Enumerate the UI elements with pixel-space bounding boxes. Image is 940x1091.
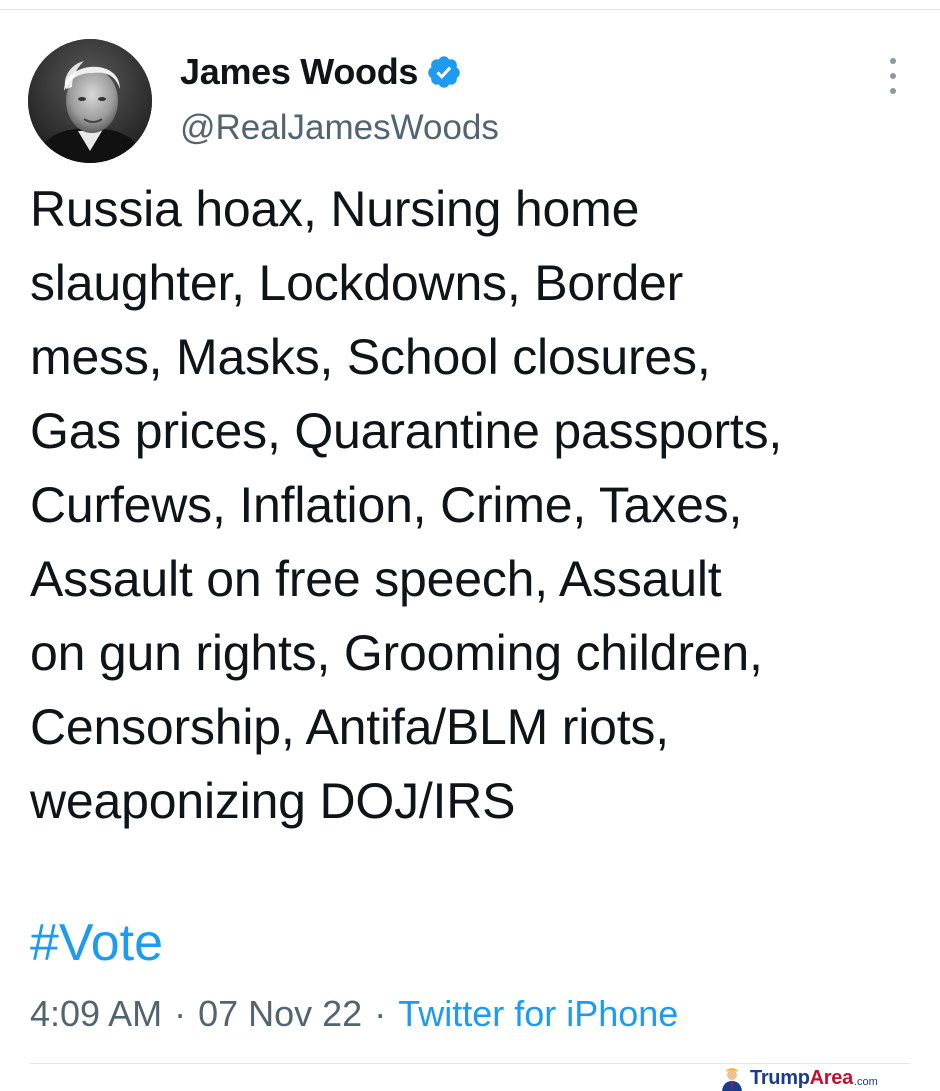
meta-separator: · bbox=[374, 993, 387, 1034]
avatar[interactable] bbox=[28, 39, 152, 163]
hashtag-link[interactable]: #Vote bbox=[30, 910, 163, 976]
tweet-time[interactable]: 4:09 AM bbox=[30, 993, 162, 1034]
watermark: TrumpArea .com bbox=[720, 1066, 878, 1091]
profile-photo-icon bbox=[28, 39, 152, 163]
name-row: James Woods bbox=[180, 50, 462, 94]
watermark-domain: .com bbox=[853, 1075, 878, 1088]
tweet-date[interactable]: 07 Nov 22 bbox=[198, 993, 362, 1034]
tweet-text: Russia hoax, Nursing home slaughter, Loc… bbox=[30, 181, 783, 829]
tweet-card: James Woods @RealJamesWoods Russia hoax,… bbox=[0, 0, 940, 1091]
meta-separator: · bbox=[174, 993, 187, 1034]
watermark-brand: TrumpArea bbox=[750, 1067, 853, 1089]
watermark-figure-icon bbox=[722, 1068, 742, 1091]
bottom-divider bbox=[30, 1063, 910, 1064]
verified-badge-icon bbox=[426, 54, 462, 90]
display-name[interactable]: James Woods bbox=[180, 51, 418, 93]
tweet-source-link[interactable]: Twitter for iPhone bbox=[398, 993, 678, 1034]
tweet-metadata: 4:09 AM · 07 Nov 22 · Twitter for iPhone bbox=[30, 990, 678, 1038]
more-options-icon[interactable] bbox=[880, 58, 906, 94]
user-handle[interactable]: @RealJamesWoods bbox=[180, 108, 499, 148]
